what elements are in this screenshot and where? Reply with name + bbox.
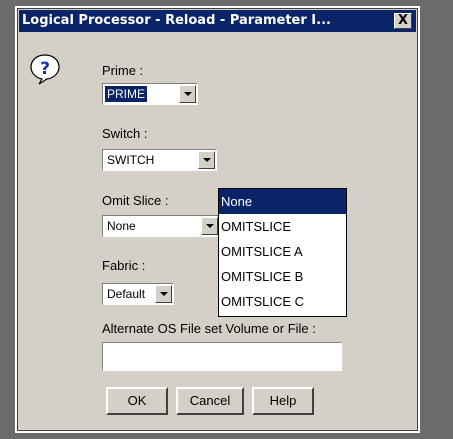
close-button[interactable]: X	[394, 13, 412, 29]
close-icon: X	[397, 13, 409, 28]
prime-value: PRIME	[105, 86, 148, 102]
alternate-os-input[interactable]	[102, 342, 342, 371]
list-item[interactable]: OMITSLICE C	[219, 289, 346, 314]
chevron-down-icon[interactable]	[179, 85, 196, 103]
list-item[interactable]: OMITSLICE	[219, 214, 346, 239]
chevron-down-icon[interactable]	[201, 217, 218, 235]
dialog-title: Logical Processor - Reload - Parameter I…	[22, 13, 331, 28]
switch-select[interactable]: SWITCH	[102, 149, 217, 171]
fabric-select[interactable]: Default	[102, 283, 174, 305]
ok-button[interactable]: OK	[106, 387, 168, 415]
alternate-os-label: Alternate OS File set Volume or File :	[102, 321, 316, 336]
prime-select[interactable]: PRIME	[102, 83, 198, 105]
list-item[interactable]: None	[219, 189, 346, 214]
list-item[interactable]: OMITSLICE A	[219, 239, 346, 264]
switch-value: SWITCH	[107, 153, 155, 167]
fabric-value: Default	[107, 287, 146, 301]
cancel-button[interactable]: Cancel	[176, 387, 244, 415]
list-item[interactable]: OMITSLICE B	[219, 264, 346, 289]
fabric-label: Fabric :	[102, 258, 146, 273]
omit-slice-dropdown-list[interactable]: None OMITSLICE OMITSLICE A OMITSLICE B O…	[218, 188, 347, 317]
omit-slice-label: Omit Slice :	[102, 193, 169, 208]
svg-text:?: ?	[40, 59, 50, 79]
omit-slice-select[interactable]: None	[102, 215, 220, 237]
help-button[interactable]: Help	[252, 387, 314, 415]
chevron-down-icon[interactable]	[155, 285, 172, 303]
switch-label: Switch :	[102, 126, 148, 141]
prime-label: Prime :	[102, 63, 144, 78]
omit-slice-value: None	[107, 219, 136, 233]
chevron-down-icon[interactable]	[198, 151, 215, 169]
question-icon: ?	[30, 54, 60, 85]
title-bar[interactable]: Logical Processor - Reload - Parameter I…	[19, 10, 416, 32]
